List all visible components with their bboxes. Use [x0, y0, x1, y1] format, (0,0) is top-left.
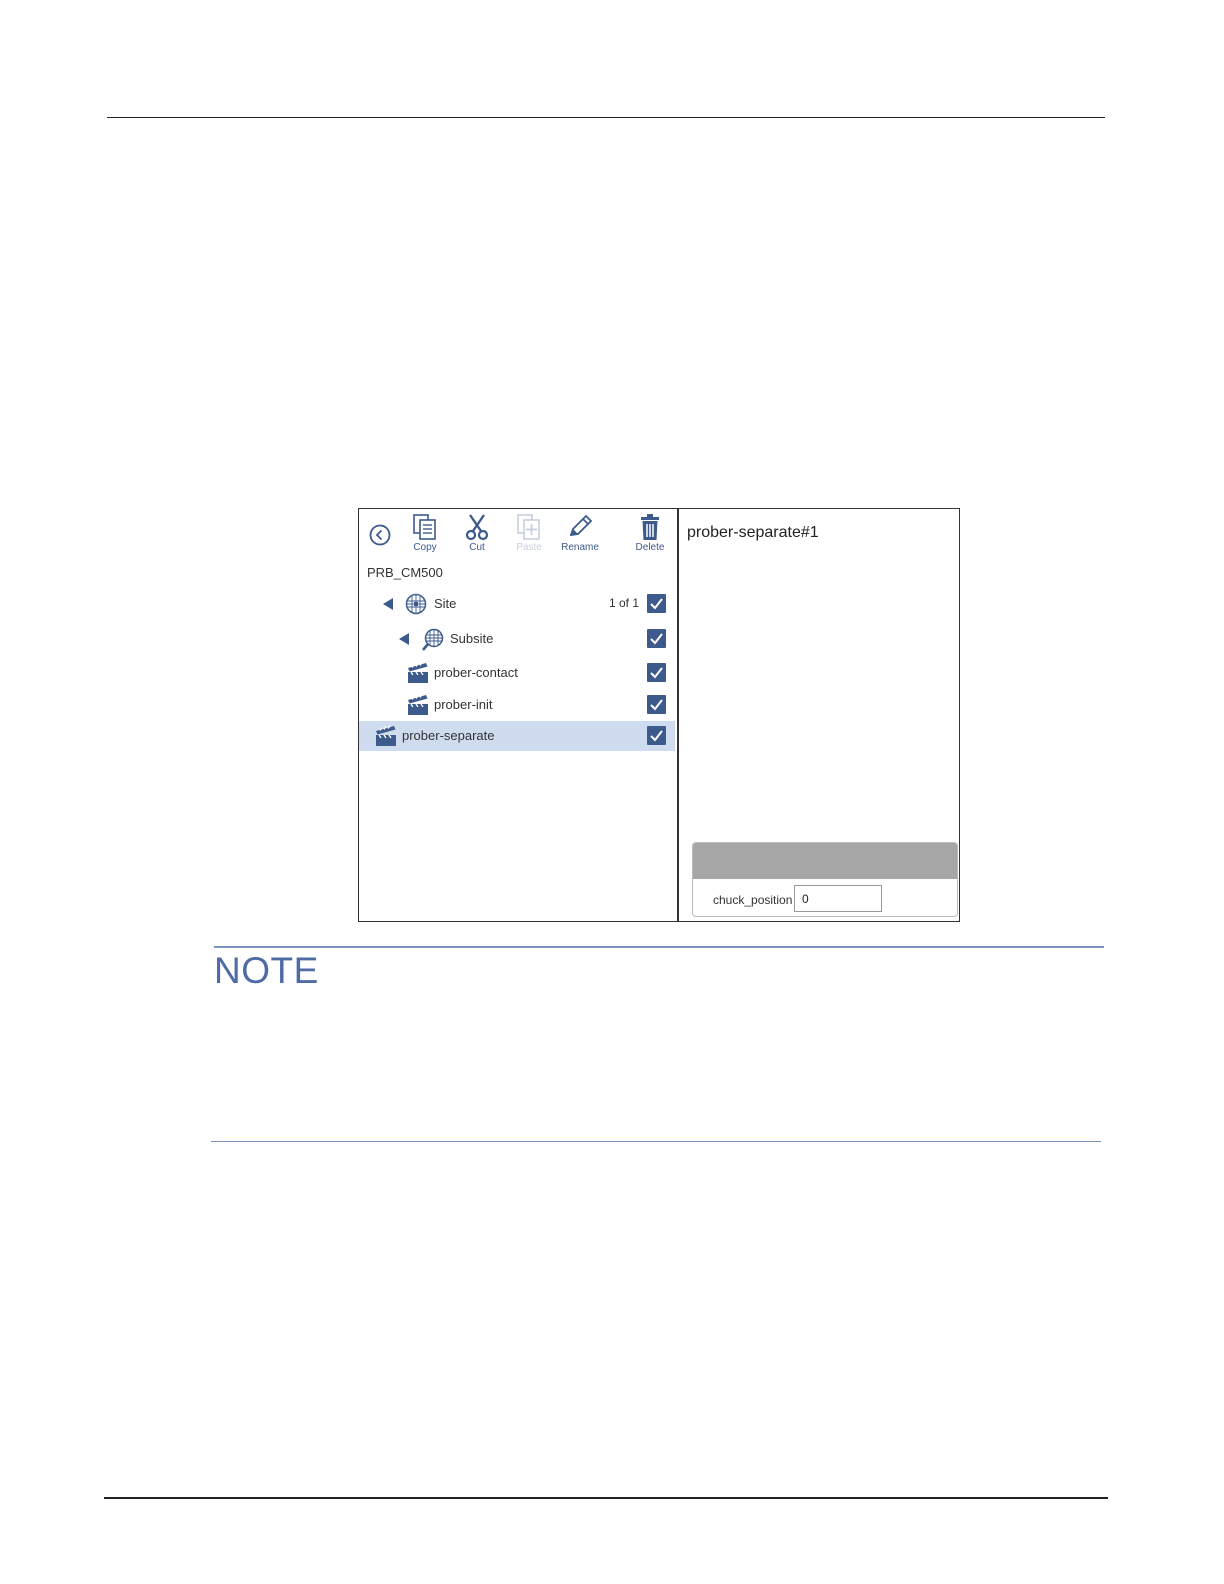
tree-row-prober-init[interactable]: prober-init — [359, 690, 675, 720]
tree-row-prober-separate[interactable]: prober-separate — [359, 721, 675, 751]
copy-button[interactable]: Copy — [399, 513, 451, 557]
tree-row-label: prober-separate — [402, 728, 495, 743]
site-count: 1 of 1 — [608, 596, 639, 610]
tree-row-label: Site — [434, 596, 457, 611]
toolbar: Copy Cut Paste Rename Delete — [359, 509, 677, 559]
note-heading: NOTE — [214, 950, 319, 991]
checkmark-icon — [650, 730, 663, 742]
clapperboard-icon — [376, 725, 396, 746]
cut-button[interactable]: Cut — [451, 513, 503, 557]
copy-icon — [413, 514, 436, 540]
checkbox[interactable] — [647, 726, 666, 745]
paste-label: Paste — [516, 542, 542, 553]
delete-button[interactable]: Delete — [624, 513, 676, 557]
page-header-rule — [107, 117, 1105, 118]
scissors-icon — [465, 514, 489, 541]
tree-row-label: prober-contact — [434, 665, 518, 680]
checkmark-icon — [650, 633, 663, 645]
app-screenshot: Copy Cut Paste Rename Delete PRB_CM500 S… — [358, 508, 960, 922]
delete-label: Delete — [635, 542, 665, 553]
paste-button[interactable]: Paste — [503, 513, 555, 557]
details-pane: prober-separate#1 chuck_position — [679, 509, 959, 921]
parameters-panel-header — [693, 843, 957, 879]
back-arrow-icon — [369, 524, 391, 546]
chuck-position-label: chuck_position — [713, 893, 793, 907]
note-bottom-rule — [211, 1141, 1101, 1142]
checkmark-icon — [650, 667, 663, 679]
pencil-icon — [569, 514, 593, 537]
globe-grid-icon — [405, 593, 427, 615]
checkbox[interactable] — [647, 663, 666, 682]
back-button[interactable] — [369, 524, 391, 546]
checkbox[interactable] — [647, 594, 666, 613]
cut-label: Cut — [469, 542, 485, 553]
tree-row-prober-contact[interactable]: prober-contact — [359, 658, 675, 688]
clapperboard-icon — [408, 694, 428, 715]
tree-row-site[interactable]: Site 1 of 1 — [359, 589, 675, 619]
tree-row-label: prober-init — [434, 697, 493, 712]
collapse-triangle-icon[interactable] — [383, 598, 393, 610]
checkbox[interactable] — [647, 629, 666, 648]
note-top-rule — [214, 946, 1104, 948]
globe-magnifier-icon — [422, 628, 444, 651]
tree-pane: Copy Cut Paste Rename Delete PRB_CM500 S… — [359, 509, 677, 921]
chuck-position-input[interactable] — [794, 885, 882, 912]
details-title: prober-separate#1 — [687, 524, 819, 541]
checkmark-icon — [650, 598, 663, 610]
paste-icon — [517, 514, 540, 540]
collapse-triangle-icon[interactable] — [399, 633, 409, 645]
parameters-panel: chuck_position — [692, 842, 958, 917]
trash-icon — [641, 514, 659, 540]
rename-label: Rename — [561, 542, 599, 553]
checkbox[interactable] — [647, 695, 666, 714]
checkmark-icon — [650, 699, 663, 711]
tree-root-label: PRB_CM500 — [367, 565, 443, 580]
copy-label: Copy — [413, 542, 437, 553]
rename-button[interactable]: Rename — [554, 513, 606, 557]
tree-row-subsite[interactable]: Subsite — [359, 624, 675, 654]
tree-row-label: Subsite — [450, 631, 494, 646]
page-footer-rule — [104, 1497, 1108, 1499]
clapperboard-icon — [408, 662, 428, 683]
